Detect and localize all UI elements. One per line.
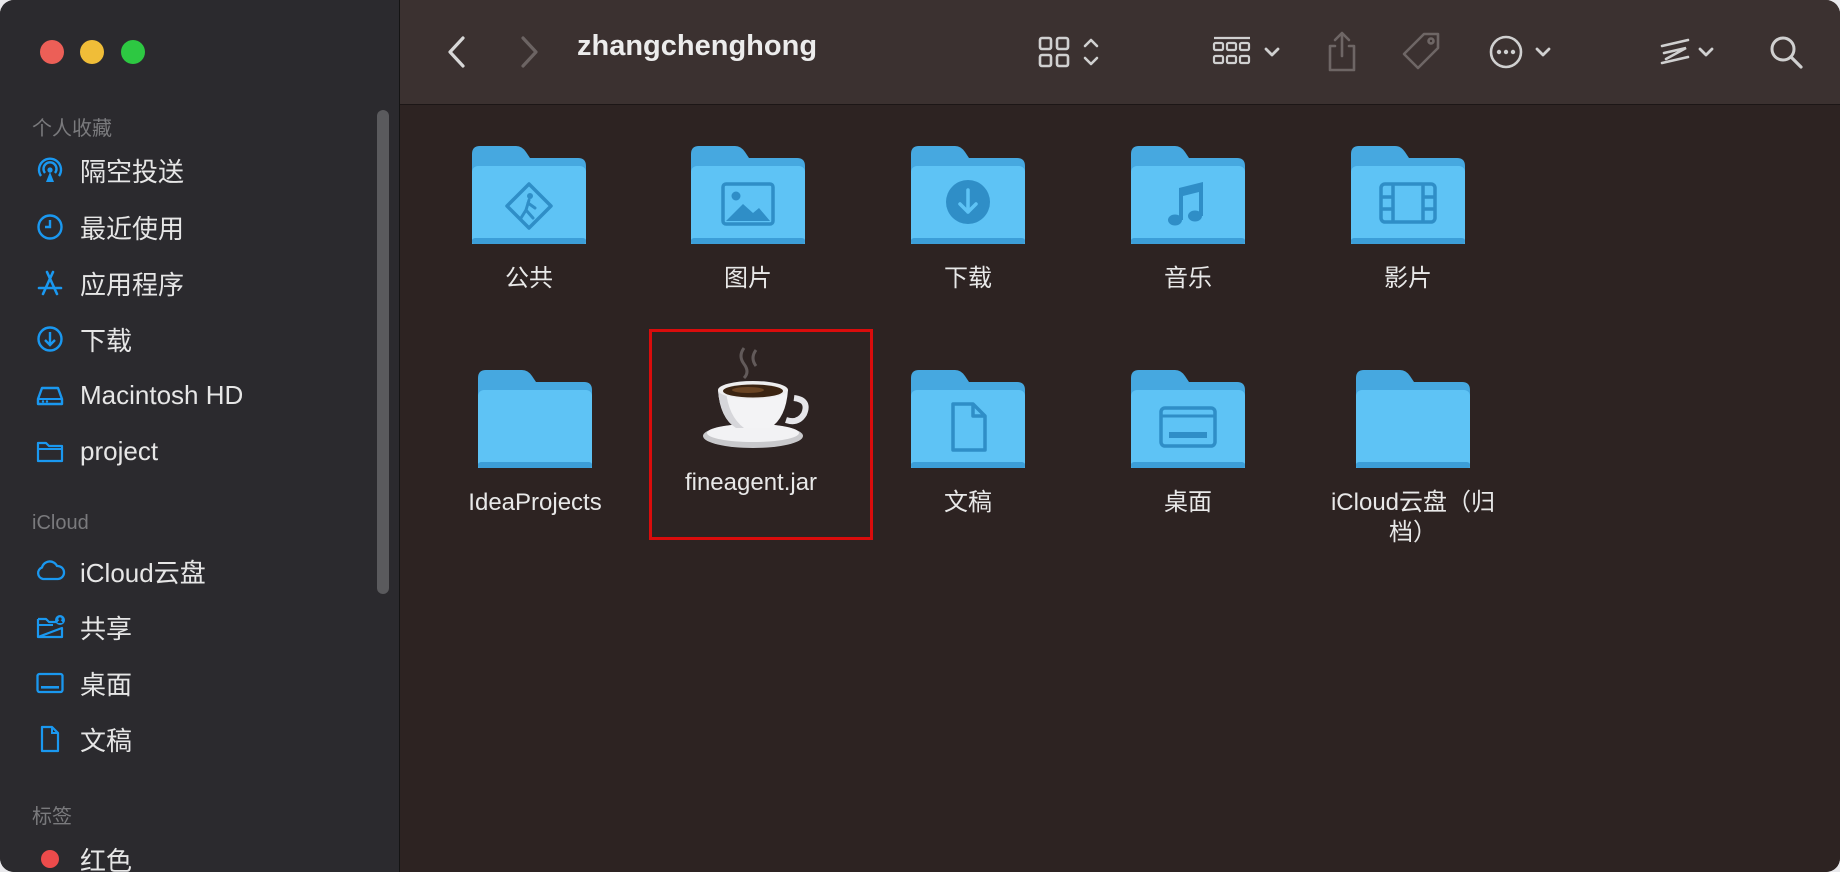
- file-name: iCloud云盘（归档）: [1330, 489, 1496, 546]
- more-actions-button[interactable]: [1486, 30, 1558, 74]
- file-name: 文稿: [944, 489, 992, 516]
- file-item[interactable]: iCloud云盘（归档）: [1303, 364, 1523, 548]
- file-name: 图片: [724, 265, 772, 292]
- download-icon: [37, 326, 63, 352]
- zoom-window-button[interactable]: [121, 40, 145, 64]
- tag-button[interactable]: [1400, 30, 1444, 74]
- window-title: zhangchenghong: [577, 30, 818, 62]
- forward-button[interactable]: [512, 30, 546, 74]
- minimize-window-button[interactable]: [80, 40, 104, 64]
- folder-icon: [470, 364, 600, 474]
- sidebar-item-recents[interactable]: 最近使用: [34, 204, 364, 250]
- folder-icon: [683, 140, 813, 250]
- file-item[interactable]: 文稿: [863, 364, 1073, 518]
- applications-icon: [37, 270, 63, 296]
- search-button[interactable]: [1764, 30, 1808, 74]
- sidebar-section-favorites: 个人收藏: [32, 118, 112, 140]
- sidebar-item-label: 最近使用: [80, 213, 185, 244]
- file-item[interactable]: IdeaProjects: [430, 364, 640, 518]
- share-button[interactable]: [1322, 30, 1362, 74]
- view-mode-button[interactable]: [1036, 30, 1106, 74]
- file-name: 桌面: [1164, 489, 1212, 516]
- finder-window: 个人收藏 隔空投送 最近使用 应用程序 下载 Macintosh HD proj…: [0, 0, 1840, 872]
- highlighted-selection-outline: [649, 329, 873, 540]
- file-name: 下载: [944, 265, 992, 292]
- file-item[interactable]: 影片: [1303, 140, 1513, 294]
- file-name: 影片: [1384, 265, 1432, 292]
- shared-folder-icon: [36, 615, 65, 639]
- sidebar-section-tags: 标签: [32, 806, 72, 828]
- folder-icon: [1123, 140, 1253, 250]
- folder-icon: [903, 364, 1033, 474]
- folder-icon: [1123, 364, 1253, 474]
- sidebar-item-label: 下载: [80, 325, 133, 356]
- document-icon: [40, 725, 60, 753]
- sidebar-item-desktop[interactable]: 桌面: [34, 660, 364, 706]
- sidebar-item-tag-red[interactable]: 红色: [34, 836, 364, 872]
- sidebar-item-applications[interactable]: 应用程序: [34, 260, 364, 306]
- file-item[interactable]: 图片: [643, 140, 853, 294]
- sidebar-item-shared[interactable]: 共享: [34, 604, 364, 650]
- sidebar-section-icloud: iCloud: [32, 512, 89, 534]
- group-grid-icon: [1212, 36, 1280, 65]
- disk-icon: [36, 386, 64, 406]
- sidebar-item-icloud-drive[interactable]: iCloud云盘: [34, 548, 364, 594]
- folder-icon: [1348, 364, 1478, 474]
- sidebar-item-label: iCloud云盘: [80, 557, 206, 588]
- sidebar-item-label: 红色: [80, 845, 133, 872]
- close-window-button[interactable]: [40, 40, 64, 64]
- folder-icon: [1343, 140, 1473, 250]
- search-icon: [1770, 36, 1803, 69]
- sidebar-item-downloads[interactable]: 下载: [34, 316, 364, 362]
- sidebar-item-project[interactable]: project: [34, 428, 364, 474]
- sidebar: 个人收藏 隔空投送 最近使用 应用程序 下载 Macintosh HD proj…: [0, 0, 400, 872]
- cloud-icon: [37, 560, 66, 581]
- clock-icon: [37, 214, 63, 240]
- sidebar-item-label: 应用程序: [80, 269, 185, 300]
- sync-extension-button[interactable]: [1658, 30, 1722, 74]
- desktop-icon: [36, 672, 64, 694]
- red-tag-dot-icon: [41, 850, 59, 868]
- sidebar-item-label: 隔空投送: [80, 156, 185, 187]
- ellipsis-circle-icon: [1489, 35, 1551, 69]
- sidebar-item-label: 文稿: [80, 725, 133, 756]
- sidebar-item-documents[interactable]: 文稿: [34, 716, 364, 762]
- share-icon: [1328, 31, 1356, 72]
- folder-icon: [464, 140, 594, 250]
- file-item[interactable]: 音乐: [1083, 140, 1293, 294]
- file-item[interactable]: 公共: [424, 140, 634, 294]
- file-name: 公共: [505, 265, 553, 292]
- group-by-button[interactable]: [1210, 30, 1286, 74]
- file-name: IdeaProjects: [468, 489, 602, 516]
- file-item[interactable]: 下载: [863, 140, 1073, 294]
- file-item[interactable]: 桌面: [1083, 364, 1293, 518]
- sidebar-item-label: project: [80, 435, 159, 466]
- sidebar-item-macintosh-hd[interactable]: Macintosh HD: [34, 372, 364, 418]
- back-button[interactable]: [440, 30, 474, 74]
- airdrop-icon: [37, 157, 63, 182]
- chevron-right-icon: [521, 36, 538, 68]
- tag-icon: [1402, 32, 1440, 70]
- sidebar-scrollbar[interactable]: [377, 110, 389, 594]
- file-name: 音乐: [1164, 265, 1212, 292]
- download-icon: [946, 180, 990, 224]
- chevron-left-icon: [448, 36, 465, 68]
- sidebar-item-airdrop[interactable]: 隔空投送: [34, 147, 364, 193]
- stroke-logo-icon: [1660, 38, 1714, 65]
- sidebar-item-label: 共享: [80, 613, 133, 644]
- folder-icon: [36, 441, 64, 463]
- sidebar-item-label: 桌面: [80, 669, 133, 700]
- icon-view-grid-icon: [1038, 36, 1099, 68]
- folder-icon: [903, 140, 1033, 250]
- sidebar-item-label: Macintosh HD: [80, 379, 244, 410]
